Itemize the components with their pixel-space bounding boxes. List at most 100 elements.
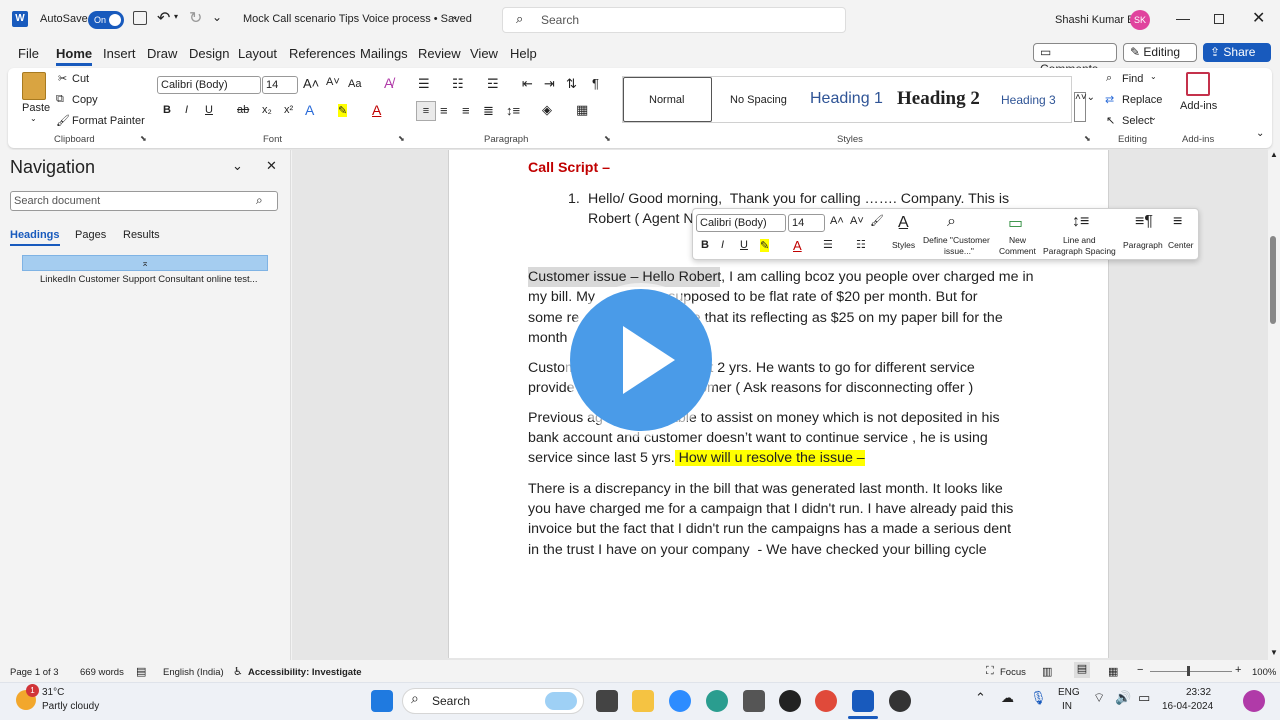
addins-icon[interactable] bbox=[1186, 72, 1210, 96]
share-button[interactable]: ⇪ Share ⌄ bbox=[1203, 43, 1271, 76]
copy-button[interactable]: Copy bbox=[72, 94, 98, 106]
find-button[interactable]: Find bbox=[1122, 73, 1143, 85]
menu-design[interactable]: Design bbox=[189, 46, 229, 61]
mini-grow-font-icon[interactable]: A˄ bbox=[830, 215, 844, 227]
autosave-toggle[interactable]: On bbox=[88, 11, 124, 29]
redo-icon[interactable]: ↻ bbox=[189, 8, 202, 28]
accessibility-status[interactable]: Accessibility: Investigate bbox=[248, 667, 362, 678]
menu-review[interactable]: Review bbox=[418, 46, 461, 61]
mini-styles-icon[interactable]: A̲ bbox=[898, 214, 909, 232]
style-normal[interactable]: Normal bbox=[649, 94, 684, 106]
paragraph-launcher-icon[interactable]: ⬊ bbox=[604, 134, 611, 143]
mini-new-comment-icon[interactable]: ▭ bbox=[1008, 213, 1023, 233]
paste-dropdown-icon[interactable]: ⌄ bbox=[30, 114, 37, 123]
menu-layout[interactable]: Layout bbox=[238, 46, 277, 61]
onedrive-icon[interactable]: ☁ bbox=[1001, 690, 1014, 706]
mini-define-icon[interactable]: ⌕ bbox=[947, 213, 956, 231]
mini-underline-icon[interactable]: U bbox=[740, 239, 748, 251]
word-taskbar-icon[interactable] bbox=[852, 690, 874, 712]
mini-numbering-icon[interactable]: ☷ bbox=[856, 238, 866, 251]
close-icon[interactable]: ✕ bbox=[1252, 8, 1265, 28]
app-icon[interactable] bbox=[889, 690, 911, 712]
tab-headings[interactable]: Headings bbox=[10, 229, 60, 246]
comments-button[interactable]: ▭ Comments bbox=[1033, 43, 1117, 76]
italic-icon[interactable]: I bbox=[185, 104, 188, 116]
mini-center-icon[interactable]: ≡ bbox=[1173, 213, 1182, 231]
zoom-in-icon[interactable]: + bbox=[1235, 664, 1241, 676]
vertical-scrollbar[interactable] bbox=[1270, 150, 1278, 658]
mini-define-line-2[interactable]: issue..." bbox=[944, 246, 974, 256]
scrollbar-thumb[interactable] bbox=[1270, 236, 1276, 324]
format-painter-button[interactable]: Format Painter bbox=[72, 115, 145, 127]
clear-formatting-icon[interactable]: A̸ bbox=[384, 75, 393, 91]
customize-toolbar-icon[interactable]: ⌄ bbox=[212, 10, 222, 24]
paste-button[interactable]: Paste bbox=[22, 102, 50, 114]
focus-button[interactable]: Focus bbox=[1000, 667, 1026, 678]
print-layout-icon[interactable]: ▤ bbox=[1074, 662, 1090, 678]
mini-styles-button[interactable]: Styles bbox=[892, 240, 915, 250]
mini-spacing-line-1[interactable]: Line and bbox=[1063, 235, 1096, 245]
proofing-icon[interactable]: ▤ bbox=[136, 665, 146, 678]
font-launcher-icon[interactable]: ⬊ bbox=[398, 134, 405, 143]
dell-icon[interactable] bbox=[779, 690, 801, 712]
title-chevron-icon[interactable]: ⌄ bbox=[451, 11, 459, 22]
borders-icon[interactable]: ▦ bbox=[576, 102, 588, 118]
minimize-icon[interactable]: — bbox=[1176, 10, 1190, 26]
weather-desc[interactable]: Partly cloudy bbox=[42, 701, 99, 712]
maximize-icon[interactable] bbox=[1214, 14, 1224, 24]
battery-icon[interactable]: ▭ bbox=[1138, 690, 1150, 706]
language-status[interactable]: English (India) bbox=[163, 667, 224, 678]
decrease-indent-icon[interactable]: ⇤ bbox=[522, 76, 533, 92]
mini-center-button[interactable]: Center bbox=[1168, 240, 1194, 250]
read-mode-icon[interactable]: ▥ bbox=[1042, 665, 1052, 678]
zoom-level[interactable]: 100% bbox=[1252, 667, 1276, 678]
language-line-2[interactable]: IN bbox=[1062, 701, 1072, 712]
mini-shrink-font-icon[interactable]: A˅ bbox=[850, 215, 864, 227]
page-count[interactable]: Page 1 of 3 bbox=[10, 667, 59, 678]
mini-new-label[interactable]: New bbox=[1009, 235, 1026, 245]
text-effects-icon[interactable]: A bbox=[305, 102, 314, 118]
file-explorer-icon[interactable] bbox=[632, 690, 654, 712]
mini-italic-icon[interactable]: I bbox=[721, 239, 724, 251]
play-button[interactable] bbox=[570, 289, 712, 431]
clock-date[interactable]: 16-04-2024 bbox=[1162, 701, 1213, 712]
select-button[interactable]: Select bbox=[1122, 115, 1153, 127]
language-line-1[interactable]: ENG bbox=[1058, 687, 1080, 698]
mini-paragraph-icon[interactable]: ≡¶ bbox=[1135, 213, 1153, 231]
edge-icon[interactable] bbox=[706, 690, 728, 712]
chrome-icon[interactable] bbox=[815, 690, 837, 712]
bold-icon[interactable]: B bbox=[163, 104, 171, 116]
align-right-icon[interactable]: ≡ bbox=[462, 103, 470, 118]
style-heading-3[interactable]: Heading 3 bbox=[1001, 93, 1056, 107]
menu-draw[interactable]: Draw bbox=[147, 46, 177, 61]
replace-button[interactable]: Replace bbox=[1122, 94, 1162, 106]
mini-font-color-icon[interactable]: A bbox=[793, 238, 802, 253]
shading-icon[interactable]: ◈ bbox=[542, 102, 552, 118]
style-no-spacing[interactable]: No Spacing bbox=[730, 94, 787, 106]
clock-time[interactable]: 23:32 bbox=[1186, 687, 1211, 698]
mini-paragraph-button[interactable]: Paragraph bbox=[1123, 240, 1163, 250]
volume-icon[interactable]: 🔊 bbox=[1115, 690, 1131, 706]
menu-insert[interactable]: Insert bbox=[103, 46, 136, 61]
multilevel-list-icon[interactable]: ☲ bbox=[487, 76, 499, 92]
underline-icon[interactable]: U bbox=[205, 104, 213, 116]
font-color-icon[interactable]: A bbox=[372, 102, 381, 118]
nav-search-icon[interactable]: ⌕ bbox=[256, 193, 263, 208]
font-size-select[interactable]: 14 bbox=[262, 76, 298, 94]
nav-search-input[interactable]: Search document bbox=[10, 191, 278, 211]
mini-bullets-icon[interactable]: ☰ bbox=[823, 238, 833, 251]
nav-options-icon[interactable]: ⌄ bbox=[232, 158, 243, 174]
menu-home[interactable]: Home bbox=[56, 46, 93, 66]
pilcrow-icon[interactable]: ¶ bbox=[592, 76, 599, 91]
tab-pages[interactable]: Pages bbox=[75, 229, 106, 241]
numbering-icon[interactable]: ☷ bbox=[452, 76, 464, 92]
cut-button[interactable]: Cut bbox=[72, 73, 89, 85]
copilot-icon[interactable] bbox=[1243, 690, 1265, 712]
mini-bold-icon[interactable]: B bbox=[701, 239, 709, 251]
change-case-icon[interactable]: Aa bbox=[348, 78, 361, 90]
mini-line-spacing-icon[interactable]: ↕≡ bbox=[1072, 213, 1089, 231]
user-name[interactable]: Shashi Kumar E bbox=[1055, 14, 1134, 26]
wifi-icon[interactable]: ⌔ bbox=[1093, 690, 1105, 706]
addins-button[interactable]: Add-ins bbox=[1180, 100, 1217, 112]
web-layout-icon[interactable]: ▦ bbox=[1108, 665, 1118, 678]
